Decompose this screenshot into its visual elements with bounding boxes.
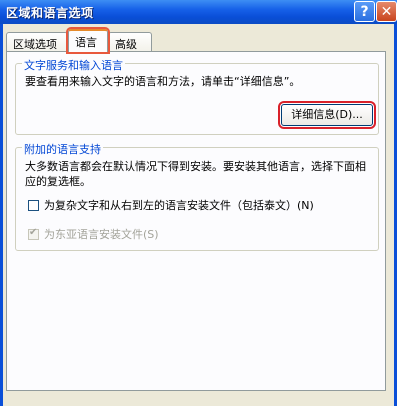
complex-script-label[interactable]: 为复杂文字和从右到左的语言安装文件（包括泰文）(N)	[44, 197, 314, 213]
supplemental-group-title: 附加的语言支持	[22, 141, 103, 157]
window-border-left	[0, 24, 3, 406]
east-asian-label: 为东亚语言安装文件(S)	[44, 228, 159, 241]
supplemental-language-group: 附加的语言支持 大多数语言都会在默认情况下得到安装。要安装其他语言，选择下面相应…	[15, 141, 379, 251]
help-icon[interactable]: ?	[354, 1, 375, 22]
tab-panel-languages: 文字服务和输入语言 要查看用来输入文字的语言和方法，请单击“详细信息”。 详细信…	[6, 51, 386, 391]
tab-regional-options[interactable]: 区域选项	[6, 32, 68, 51]
tab-advanced[interactable]: 高级	[108, 32, 152, 51]
east-asian-option: ✔ 为东亚语言安装文件(S)	[28, 226, 159, 242]
east-asian-checkbox: ✔	[28, 226, 39, 240]
supplemental-description: 大多数语言都会在默认情况下得到安装。要安装其他语言，选择下面相应的复选框。	[25, 160, 366, 188]
text-services-group: 文字服务和输入语言 要查看用来输入文字的语言和方法，请单击“详细信息”。 详细信…	[15, 57, 379, 135]
title-bar[interactable]: 区域和语言选项 ? ✕	[0, 0, 397, 24]
details-button[interactable]: 详细信息(D)...	[278, 101, 376, 129]
checkmark-icon: ✔	[29, 226, 38, 238]
complex-script-option[interactable]: 为复杂文字和从右到左的语言安装文件（包括泰文）(N)	[28, 197, 314, 213]
close-icon[interactable]: ✕	[376, 1, 397, 22]
complex-script-checkbox[interactable]	[28, 199, 39, 211]
text-services-group-title: 文字服务和输入语言	[22, 57, 125, 73]
window-title: 区域和语言选项	[6, 6, 94, 20]
tab-languages[interactable]: 语言	[66, 27, 110, 54]
text-services-description: 要查看用来输入文字的语言和方法，请单击“详细信息”。	[25, 75, 301, 88]
